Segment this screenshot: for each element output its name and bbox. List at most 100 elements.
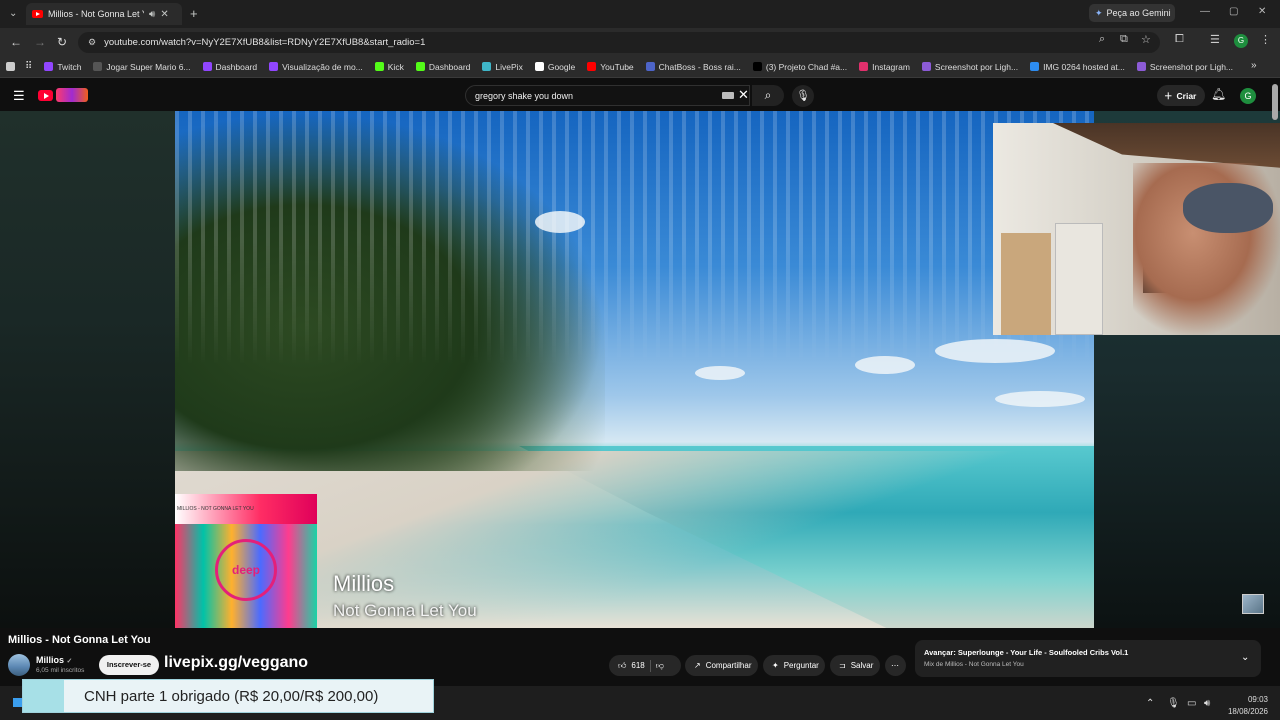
bookmark-item[interactable]: IMG 0264 hosted at... — [1030, 62, 1125, 72]
volume-icon[interactable]: 🔊︎ — [1204, 698, 1210, 709]
youtube-logo-icon[interactable] — [38, 90, 53, 101]
bookmark-item[interactable]: Dashboard — [415, 62, 470, 72]
gemini-button[interactable]: ✦ Peça ao Gemini — [1089, 4, 1175, 22]
album-tag: MILLIOS - NOT GONNA LET YOU — [177, 506, 254, 512]
webcam-cabinet — [1001, 233, 1051, 335]
bookmark-item[interactable]: YouTube — [587, 61, 634, 72]
subscribe-button[interactable]: Inscrever-se — [99, 655, 159, 675]
extensions-icon[interactable]: ⧠ — [1175, 33, 1184, 46]
visualizer-stripes — [175, 111, 1094, 431]
channel-name-text[interactable]: Millios — [36, 655, 64, 665]
back-icon[interactable]: ← — [10, 35, 22, 49]
bookmark-item[interactable]: Jogar Super Mario 6... — [93, 62, 191, 72]
windows-start-icon[interactable] — [13, 698, 22, 707]
forward-icon[interactable]: → — [34, 35, 46, 49]
apps-grid-icon[interactable]: ⠿ — [25, 61, 32, 72]
bookmarks-bar: ⠿ Twitch Jogar Super Mario 6... Dashboard V… — [0, 56, 1280, 78]
more-icon: ⋯ — [891, 661, 899, 670]
ask-button[interactable]: ✦ Perguntar — [763, 655, 825, 676]
bookmark-item[interactable]: LivePix — [482, 61, 523, 72]
clear-search-icon[interactable]: ✕ — [738, 87, 749, 103]
search-input[interactable]: gregory shake you down — [465, 85, 750, 106]
hamburger-menu-icon[interactable]: ☰ — [13, 88, 25, 104]
like-count[interactable]: 618 — [631, 661, 644, 670]
bookmark-item[interactable]: Twitch — [44, 62, 81, 72]
side-panel-icon[interactable] — [6, 62, 15, 71]
profile-avatar[interactable]: G — [1234, 34, 1248, 48]
voice-search-icon[interactable]: 🎙︎ — [792, 85, 814, 107]
bookmark-item[interactable]: (3) Projeto Chad #a... — [752, 62, 847, 72]
bookmark-favicon-icon — [93, 62, 103, 71]
cast-icon[interactable]: ⧉ — [1120, 33, 1128, 46]
up-next-subtitle: Mix de Millios - Not Gonna Let You — [924, 661, 1024, 668]
livepix-overlay-text: livepix.gg/veggano — [164, 654, 309, 671]
bookmark-item[interactable]: Screenshot por Ligh... — [1136, 62, 1233, 72]
maximize-icon[interactable]: ▢ — [1229, 6, 1238, 17]
tray-chevron-icon[interactable]: ⌃ — [1146, 698, 1154, 709]
gemini-label: Peça ao Gemini — [1106, 8, 1171, 18]
speaker-icon[interactable]: 🔊︎ — [149, 9, 155, 20]
microphone-icon[interactable]: 🎙︎ — [1167, 698, 1180, 709]
tab-search-icon[interactable]: ⌄ — [9, 8, 17, 19]
create-button[interactable]: ＋ Criar — [1157, 85, 1205, 106]
bookmark-label: LivePix — [495, 61, 523, 72]
new-tab-icon[interactable]: + — [190, 6, 198, 21]
zoom-icon[interactable]: ⌕ — [1099, 33, 1105, 46]
like-icon[interactable]: 👍︎ — [618, 661, 626, 671]
share-label: Compartilhar — [705, 661, 752, 670]
search-query[interactable]: gregory shake you down — [475, 91, 573, 101]
bookmark-item[interactable]: Google — [534, 62, 575, 72]
clock-date: 18/08/2026 — [1227, 707, 1268, 716]
window-close-icon[interactable]: ✕ — [1258, 6, 1266, 17]
channel-name[interactable]: Millios ✓ — [36, 655, 72, 665]
bookmark-item[interactable]: ChatBoss - Boss rai... — [645, 62, 741, 72]
bookmark-label: Visualização de mo... — [282, 61, 363, 72]
more-bookmarks-icon[interactable]: » — [1251, 60, 1257, 71]
address-bar-row: ← → ↻ ⚙ youtube.com/watch?v=NyY2E7XfUB8&… — [0, 28, 1280, 56]
dislike-icon[interactable]: 👎︎ — [656, 661, 664, 671]
bookmark-item[interactable]: Screenshot por Ligh... — [921, 62, 1018, 72]
notifications-bell-icon[interactable]: 🔔︎ — [1211, 87, 1226, 101]
up-next-panel[interactable]: Avançar: Superlounge - Your Life - Soulf… — [915, 640, 1261, 677]
browser-tab[interactable]: Millios - Not Gonna Let You 🔊︎ ✕ — [26, 3, 182, 25]
close-tab-icon[interactable]: ✕ — [160, 9, 168, 20]
bookmark-star-icon[interactable]: ☆ — [1141, 33, 1151, 46]
network-icon[interactable]: ▭ — [1187, 698, 1196, 709]
bookmark-favicon-icon — [645, 62, 655, 71]
keyboard-icon[interactable] — [722, 92, 734, 99]
sparkle-icon: ✦ — [772, 661, 779, 670]
bookmark-list: Twitch Jogar Super Mario 6... Dashboard Vis… — [44, 62, 1245, 72]
reload-icon[interactable]: ↻ — [57, 35, 67, 49]
webcam-door — [1055, 223, 1103, 335]
youtube-header: ☰ gregory shake you down ✕ ⌕ 🎙︎ ＋ Criar … — [0, 80, 1280, 111]
save-button[interactable]: ⊐ Salvar — [830, 655, 880, 676]
channel-avatar[interactable] — [8, 654, 30, 676]
minimize-icon[interactable]: — — [1200, 6, 1210, 17]
bookmark-label: YouTube — [600, 61, 634, 72]
tab-title: Millios - Not Gonna Let You — [48, 9, 144, 19]
bookmark-item[interactable]: Dashboard — [202, 62, 257, 72]
url-text[interactable]: youtube.com/watch?v=NyY2E7XfUB8&list=RDN… — [104, 37, 425, 48]
alert-text: CNH parte 1 obrigado (R$ 20,00/R$ 200,00… — [84, 688, 379, 705]
bookmark-favicon-icon — [482, 62, 492, 71]
reading-list-icon[interactable]: ☰ — [1210, 33, 1220, 46]
browser-menu-icon[interactable]: ⋮ — [1260, 33, 1271, 46]
page-scrollbar[interactable] — [1272, 84, 1278, 120]
bookmark-item[interactable]: Instagram — [859, 62, 910, 72]
more-actions-button[interactable]: ⋯ — [885, 655, 906, 676]
bookmark-item[interactable]: Visualização de mo... — [269, 62, 363, 72]
chevron-down-icon[interactable]: ⌄ — [1241, 652, 1249, 663]
omnibox[interactable]: ⚙ youtube.com/watch?v=NyY2E7XfUB8&list=R… — [78, 32, 1160, 53]
user-avatar[interactable]: G — [1240, 88, 1256, 104]
site-info-icon[interactable]: ⚙ — [88, 37, 96, 48]
video-player[interactable]: MILLIOS - NOT GONNA LET YOU deep Millios… — [175, 111, 1094, 628]
share-button[interactable]: ↗ Compartilhar — [685, 655, 758, 676]
taskbar-clock[interactable]: 09:03 18/08/2026 — [1222, 694, 1268, 718]
bookmark-item[interactable]: Kick — [374, 62, 404, 72]
corner-thumbnail[interactable] — [1242, 594, 1264, 614]
donation-alert: CNH parte 1 obrigado (R$ 20,00/R$ 200,00… — [22, 679, 434, 713]
search-button[interactable]: ⌕ — [752, 85, 784, 106]
divider — [649, 659, 651, 672]
youtube-doodle[interactable] — [56, 88, 88, 102]
verified-icon: ✓ — [66, 658, 73, 665]
